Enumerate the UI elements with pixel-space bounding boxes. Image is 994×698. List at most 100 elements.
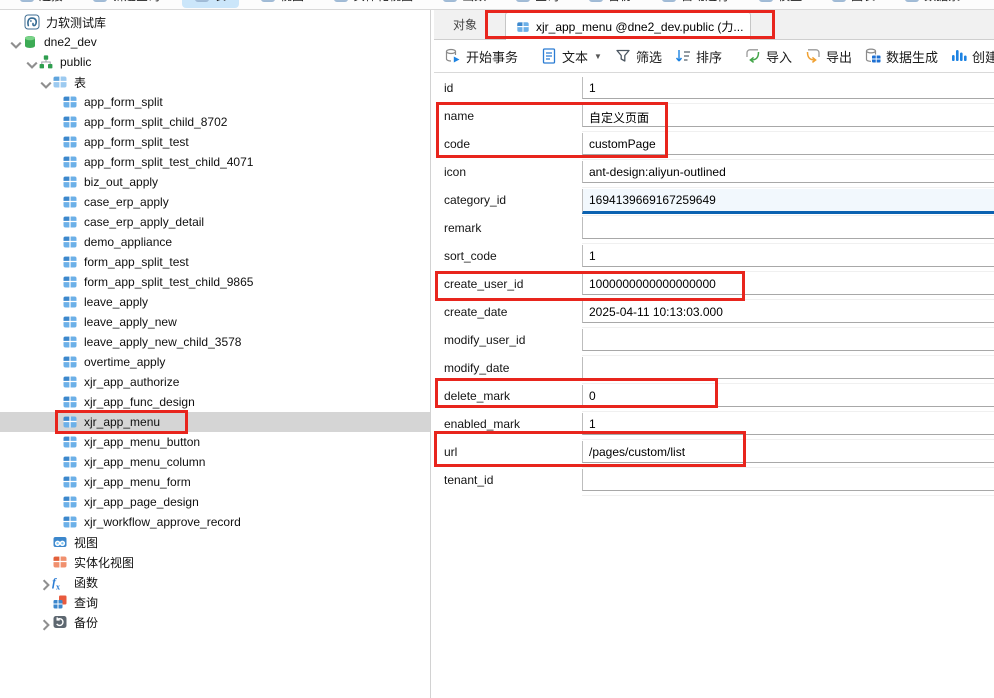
tree-item-app-form-split-child-8702[interactable]: app_form_split_child_8702: [0, 112, 430, 132]
export-button[interactable]: 导出: [798, 44, 858, 69]
materialized-view-icon: [334, 0, 348, 2]
main-toolbar-button-function[interactable]: 函数: [435, 0, 494, 8]
main-toolbar-button-view[interactable]: 视图: [253, 0, 312, 8]
tree-item-views[interactable]: 视图: [0, 532, 430, 552]
main-toolbar-button-label: 备份: [608, 0, 632, 4]
main-toolbar-button-table[interactable]: 表: [182, 0, 239, 8]
begin-transaction-button[interactable]: 开始事务: [438, 44, 524, 69]
field-label-tenant-id: tenant_id: [444, 473, 493, 487]
main-toolbar-button-new-query[interactable]: 新建查询: [85, 0, 168, 8]
field-value-enabled-mark[interactable]: 1: [582, 413, 994, 435]
main-toolbar-button-model[interactable]: 模型: [751, 0, 810, 8]
field-value-id[interactable]: 1: [582, 77, 994, 99]
field-value-create-user-id[interactable]: 1000000000000000000: [582, 273, 994, 295]
tree-item-label: form_app_split_test_child_9865: [84, 275, 253, 289]
chevron-right-icon[interactable]: [38, 617, 54, 633]
text-button[interactable]: 文本▼: [534, 44, 608, 69]
chevron-right-icon[interactable]: [38, 577, 54, 593]
tree-item-label: app_form_split_test_child_4071: [84, 155, 253, 169]
tree-item-xjr-app-menu-button[interactable]: xjr_app_menu_button: [0, 432, 430, 452]
tree-item-app-form-split[interactable]: app_form_split: [0, 92, 430, 112]
field-label-enabled-mark: enabled_mark: [444, 417, 520, 431]
tree-item-demo-appliance[interactable]: demo_appliance: [0, 232, 430, 252]
tree-item-app-form-split-test[interactable]: app_form_split_test: [0, 132, 430, 152]
chevron-down-icon[interactable]: [24, 57, 40, 73]
main-toolbar-button-query[interactable]: 查询: [508, 0, 567, 8]
tree-item-leave-apply-new[interactable]: leave_apply_new: [0, 312, 430, 332]
tab-label: 对象: [453, 16, 477, 33]
field-row-modify-user-id: modify_user_id: [434, 328, 994, 356]
tree-item-functions[interactable]: fx函数: [0, 572, 430, 592]
tree-item-tables-folder[interactable]: 表: [0, 72, 430, 92]
tree-item-label: xjr_app_authorize: [84, 375, 179, 389]
chevron-down-icon[interactable]: ▼: [594, 52, 602, 61]
field-label-code: code: [444, 137, 470, 151]
tree-item-form-app-split-test[interactable]: form_app_split_test: [0, 252, 430, 272]
toolbar-button-label: 开始事务: [466, 47, 518, 66]
tree-item-overtime-apply[interactable]: overtime_apply: [0, 352, 430, 372]
field-value-delete-mark[interactable]: 0: [582, 385, 994, 407]
tree-item-app-form-split-test-child-4071[interactable]: app_form_split_test_child_4071: [0, 152, 430, 172]
tree-item-label: 表: [74, 74, 86, 91]
tree-item-case-erp-apply-detail[interactable]: case_erp_apply_detail: [0, 212, 430, 232]
tree-item-backups[interactable]: 备份: [0, 612, 430, 632]
field-value-remark[interactable]: [582, 217, 994, 239]
field-value-create-date[interactable]: 2025-04-11 10:13:03.000: [582, 301, 994, 323]
field-value-icon[interactable]: ant-design:aliyun-outlined: [582, 161, 994, 183]
tab-table-xjr-app-menu[interactable]: xjr_app_menu @dne2_dev.public (力...: [505, 12, 751, 40]
main-toolbar-button-label: 查询: [535, 0, 559, 4]
main-toolbar-button-data-pump[interactable]: 数据泵: [897, 0, 968, 8]
tree-item-connection-liruan-test[interactable]: 力软测试库: [0, 12, 430, 32]
field-value-category-id[interactable]: 1694139669167259649: [582, 189, 994, 214]
tree-item-form-app-split-test-child-9865[interactable]: form_app_split_test_child_9865: [0, 272, 430, 292]
filter-button[interactable]: 筛选: [608, 44, 668, 69]
tree-item-leave-apply-new-child-3578[interactable]: leave_apply_new_child_3578: [0, 332, 430, 352]
table-icon: [62, 414, 78, 430]
field-value-modify-date[interactable]: [582, 357, 994, 379]
tree-item-xjr-app-func-design[interactable]: xjr_app_func_design: [0, 392, 430, 412]
tree-item-xjr-workflow-approve-record[interactable]: xjr_workflow_approve_record: [0, 512, 430, 532]
field-value-code[interactable]: customPage: [582, 133, 994, 155]
main-toolbar-button-chart[interactable]: 图表: [824, 0, 883, 8]
main-toolbar-button-automation[interactable]: 自动运行: [654, 0, 737, 8]
create-chart-button[interactable]: 创建图表: [944, 44, 994, 69]
text-icon: [540, 47, 558, 65]
toolbar-button-label: 创建图表: [972, 47, 994, 66]
main-toolbar-button-materialized-view[interactable]: 实体化视图: [326, 0, 421, 8]
toolbar-button-label: 筛选: [636, 47, 662, 66]
tree-item-xjr-app-page-design[interactable]: xjr_app_page_design: [0, 492, 430, 512]
database-tree-panel: 力软测试库dne2_devpublic表app_form_splitapp_fo…: [0, 10, 431, 698]
table-icon: [62, 94, 78, 110]
tree-item-case-erp-apply[interactable]: case_erp_apply: [0, 192, 430, 212]
tree-item-xjr-app-authorize[interactable]: xjr_app_authorize: [0, 372, 430, 392]
main-toolbar-button-backup[interactable]: 备份: [581, 0, 640, 8]
chevron-down-icon[interactable]: [38, 77, 54, 93]
field-value-tenant-id[interactable]: [582, 469, 994, 491]
field-value-name[interactable]: 自定义页面: [582, 105, 994, 127]
tree-item-xjr-app-menu-column[interactable]: xjr_app_menu_column: [0, 452, 430, 472]
tab-objects[interactable]: 对象: [434, 10, 496, 39]
tree-item-materialized-views[interactable]: 实体化视图: [0, 552, 430, 572]
main-toolbar-button-connection[interactable]: 连接: [12, 0, 71, 8]
main-toolbar-button-label: 自动运行: [681, 0, 729, 4]
tree-item-xjr-app-menu[interactable]: xjr_app_menu: [0, 412, 430, 432]
tree-item-dne2-dev[interactable]: dne2_dev: [0, 32, 430, 52]
tree-item-xjr-app-menu-form[interactable]: xjr_app_menu_form: [0, 472, 430, 492]
chevron-down-icon[interactable]: [8, 37, 24, 53]
field-value-url[interactable]: /pages/custom/list: [582, 441, 994, 463]
sort-button[interactable]: 排序: [668, 44, 728, 69]
field-row-url: url/pages/custom/list: [434, 440, 994, 468]
tree-item-label: case_erp_apply_detail: [84, 215, 204, 229]
tree-item-queries[interactable]: 查询: [0, 592, 430, 612]
tree-item-biz-out-apply[interactable]: biz_out_apply: [0, 172, 430, 192]
table-icon: [62, 334, 78, 350]
table-icon: [62, 194, 78, 210]
tree-item-leave-apply[interactable]: leave_apply: [0, 292, 430, 312]
chart-icon: [950, 47, 968, 65]
field-value-sort-code[interactable]: 1: [582, 245, 994, 267]
data-generation-button[interactable]: 数据生成: [858, 44, 944, 69]
tree-item-public[interactable]: public: [0, 52, 430, 72]
import-button[interactable]: 导入: [738, 44, 798, 69]
backup-icon: [52, 614, 68, 630]
field-value-modify-user-id[interactable]: [582, 329, 994, 351]
